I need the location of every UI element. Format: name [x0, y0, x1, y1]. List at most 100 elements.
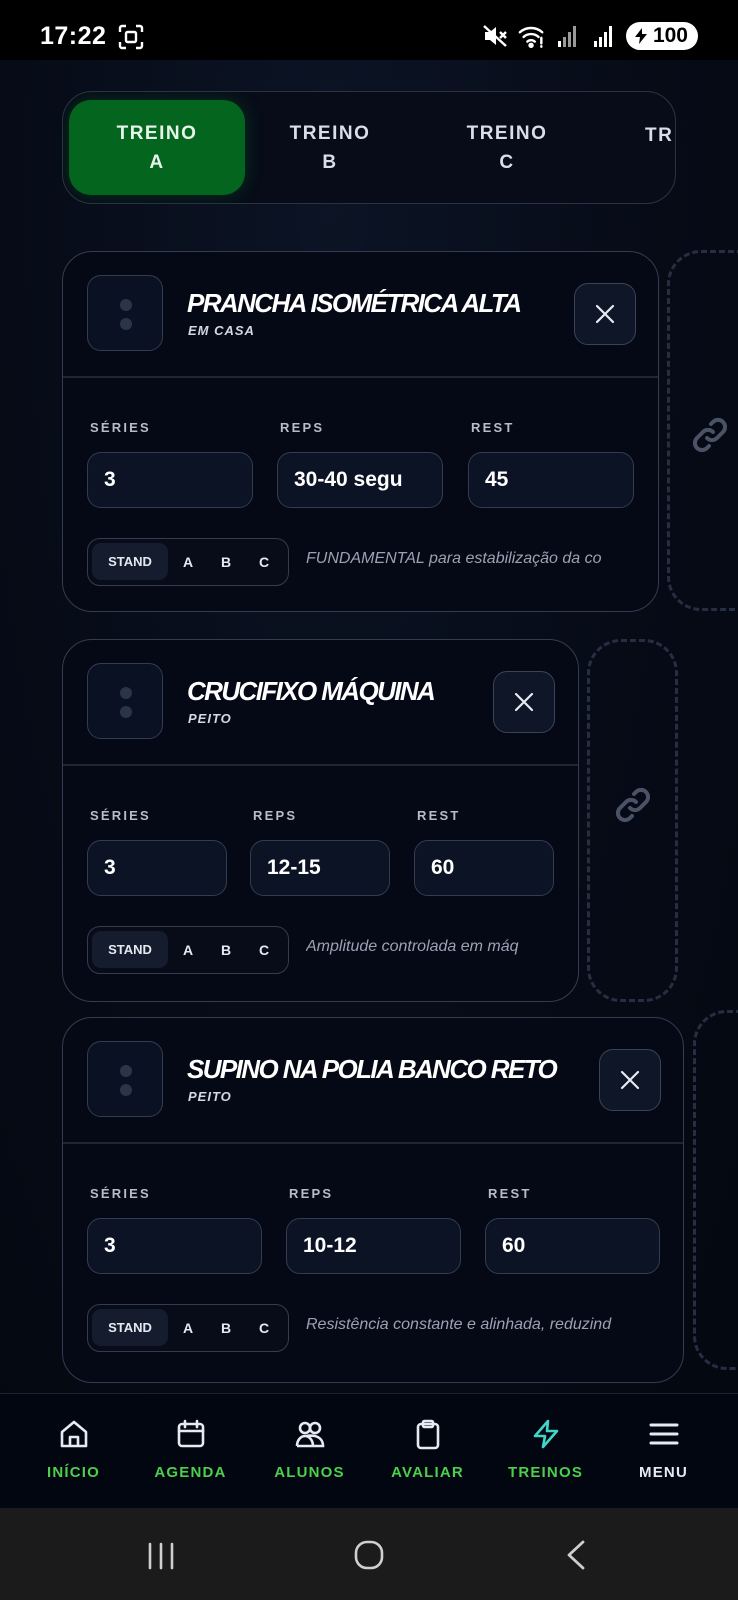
mute-icon: [483, 25, 507, 47]
remove-exercise-button[interactable]: [493, 671, 555, 733]
tab-treino-d[interactable]: TR: [595, 100, 675, 195]
technique-c[interactable]: C: [254, 539, 274, 584]
reps-label: REPS: [289, 1186, 334, 1201]
home-button-icon[interactable]: [353, 1539, 385, 1571]
technique-stand[interactable]: STAND: [92, 1309, 168, 1346]
drag-handle[interactable]: [87, 1041, 163, 1117]
rest-label: REST: [488, 1186, 532, 1201]
exercise-note[interactable]: FUNDAMENTAL para estabilização da co: [306, 550, 634, 568]
signal-icon: [593, 26, 612, 47]
link-icon[interactable]: [690, 415, 730, 455]
tab-letter: C: [499, 151, 515, 173]
exercise-note[interactable]: Amplitude controlada em máq: [306, 938, 556, 956]
card-divider: [63, 764, 578, 766]
exercise-group: EM CASA: [188, 323, 255, 338]
reps-input[interactable]: 12-15: [250, 840, 390, 896]
app-content: TREINO A TREINO B TREINO C TR PRANCHA IS…: [0, 60, 738, 1393]
technique-selector: STAND A B C: [87, 1304, 289, 1352]
tab-letter: A: [149, 151, 165, 173]
technique-b[interactable]: B: [216, 1305, 236, 1350]
technique-a[interactable]: A: [178, 539, 198, 584]
close-icon: [620, 1070, 640, 1090]
nav-label: MENU: [639, 1464, 688, 1481]
recent-apps-icon[interactable]: [146, 1541, 176, 1571]
series-input[interactable]: 3: [87, 840, 227, 896]
technique-stand[interactable]: STAND: [92, 543, 168, 580]
close-icon: [514, 692, 534, 712]
rest-label: REST: [417, 808, 461, 823]
technique-a[interactable]: A: [178, 927, 198, 972]
nav-item-agenda[interactable]: AGENDA: [129, 1394, 252, 1509]
close-icon: [595, 304, 615, 324]
link-icon[interactable]: [613, 785, 653, 825]
drag-handle[interactable]: [87, 275, 163, 351]
screenshot-icon: [118, 24, 144, 50]
wifi-icon: [518, 26, 544, 49]
tab-treino-b[interactable]: TREINO B: [242, 100, 418, 195]
signal-icon: [557, 26, 576, 47]
bottom-nav: INÍCIO AGENDA ALUNOS AVALIAR TREINOS MEN…: [0, 1393, 738, 1508]
rest-input[interactable]: 60: [485, 1218, 660, 1274]
exercise-card: SUPINO NA POLIA BANCO RETO PEITO SÉRIES …: [62, 1017, 684, 1383]
card-divider: [63, 1142, 683, 1144]
tab-treino-a[interactable]: TREINO A: [69, 100, 245, 195]
technique-selector: STAND A B C: [87, 926, 289, 974]
nav-item-alunos[interactable]: ALUNOS: [248, 1394, 371, 1509]
nav-item-menu[interactable]: MENU: [602, 1394, 725, 1509]
remove-exercise-button[interactable]: [599, 1049, 661, 1111]
rest-label: REST: [471, 420, 515, 435]
technique-c[interactable]: C: [254, 927, 274, 972]
tab-label: TREINO: [289, 122, 371, 144]
tab-label: TREINO: [466, 122, 548, 144]
exercise-group: PEITO: [188, 1089, 232, 1104]
workout-tabs: TREINO A TREINO B TREINO C TR: [62, 91, 676, 204]
technique-selector: STAND A B C: [87, 538, 289, 586]
series-label: SÉRIES: [90, 1186, 151, 1201]
nav-item-avaliar[interactable]: AVALIAR: [366, 1394, 489, 1509]
nav-item-inicio[interactable]: INÍCIO: [12, 1394, 135, 1509]
technique-c[interactable]: C: [254, 1305, 274, 1350]
drag-handle[interactable]: [87, 663, 163, 739]
remove-exercise-button[interactable]: [574, 283, 636, 345]
exercise-group: PEITO: [188, 711, 232, 726]
technique-b[interactable]: B: [216, 927, 236, 972]
menu-icon: [649, 1423, 679, 1445]
tab-label: TR: [645, 125, 674, 146]
series-input[interactable]: 3: [87, 452, 253, 508]
nav-label: INÍCIO: [46, 1464, 101, 1481]
reps-label: REPS: [280, 420, 325, 435]
technique-stand[interactable]: STAND: [92, 931, 168, 968]
battery-level: 100: [652, 24, 688, 47]
exercise-note[interactable]: Resistência constante e alinhada, reduzi…: [306, 1316, 661, 1334]
tab-label: TREINO: [116, 122, 198, 144]
series-input[interactable]: 3: [87, 1218, 262, 1274]
rest-input[interactable]: 45: [468, 452, 634, 508]
home-icon: [60, 1420, 88, 1448]
battery-indicator: 100: [625, 22, 698, 50]
exercise-card: CRUCIFIXO MÁQUINA PEITO SÉRIES REPS REST…: [62, 639, 579, 1002]
exercise-name: PRANCHA ISOMÉTRICA ALTA: [187, 288, 522, 318]
technique-b[interactable]: B: [216, 539, 236, 584]
status-bar: 17:22 100: [0, 0, 738, 60]
superset-slot[interactable]: [693, 1010, 738, 1370]
calendar-icon: [177, 1419, 205, 1448]
tab-treino-c[interactable]: TREINO C: [419, 100, 595, 195]
nav-label: AVALIAR: [391, 1464, 464, 1481]
status-time: 17:22: [40, 22, 107, 50]
back-icon[interactable]: [564, 1539, 588, 1571]
clipboard-icon: [416, 1419, 440, 1450]
system-nav-bar: [0, 1508, 738, 1600]
reps-input[interactable]: 10-12: [286, 1218, 461, 1274]
nav-label: AGENDA: [154, 1464, 227, 1481]
tab-letter: B: [322, 151, 338, 173]
technique-a[interactable]: A: [178, 1305, 198, 1350]
users-icon: [295, 1421, 325, 1448]
nav-label: ALUNOS: [274, 1464, 345, 1481]
exercise-name: SUPINO NA POLIA BANCO RETO: [187, 1054, 558, 1084]
bolt-icon: [533, 1419, 559, 1449]
card-divider: [63, 376, 658, 378]
rest-input[interactable]: 60: [414, 840, 554, 896]
series-label: SÉRIES: [90, 420, 151, 435]
nav-item-treinos[interactable]: TREINOS: [484, 1394, 607, 1509]
reps-input[interactable]: 30-40 segu: [277, 452, 443, 508]
